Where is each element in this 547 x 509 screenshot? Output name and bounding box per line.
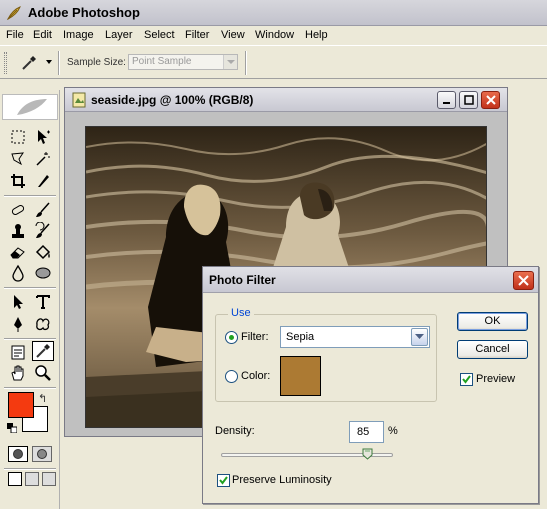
slice-tool-icon[interactable] xyxy=(32,171,54,191)
checkmark-icon xyxy=(219,476,228,485)
paint-bucket-tool-icon[interactable] xyxy=(32,242,54,262)
photo-filter-dialog: Photo Filter Use Filter: Sepia Color: OK… xyxy=(202,266,539,504)
hand-tool-icon[interactable] xyxy=(7,363,29,383)
tool-preset-arrow-icon[interactable] xyxy=(46,60,52,64)
quick-mask-mode-icon[interactable] xyxy=(32,446,52,462)
dialog-title-bar[interactable]: Photo Filter xyxy=(203,267,538,293)
toolbox-separator xyxy=(4,338,56,340)
photoshop-window: Adobe Photoshop File Edit Image Layer Se… xyxy=(0,0,547,509)
menu-window[interactable]: Window xyxy=(255,29,294,41)
menu-bar: File Edit Image Layer Select Filter View… xyxy=(0,26,547,46)
history-brush-tool-icon[interactable] xyxy=(32,221,54,241)
zoom-tool-icon[interactable] xyxy=(32,363,54,383)
options-separator xyxy=(245,51,247,75)
blur-tool-icon[interactable] xyxy=(7,263,29,283)
filter-label: Filter: xyxy=(241,331,269,343)
options-bar-grip[interactable] xyxy=(4,52,7,74)
close-icon xyxy=(485,95,496,105)
minimize-button[interactable] xyxy=(437,91,456,109)
checkmark-icon xyxy=(462,375,471,384)
menu-view[interactable]: View xyxy=(221,29,245,41)
menu-image[interactable]: Image xyxy=(63,29,94,41)
foreground-color-swatch[interactable] xyxy=(8,392,34,418)
dodge-tool-icon[interactable] xyxy=(32,263,54,283)
maximize-button[interactable] xyxy=(459,91,478,109)
options-separator xyxy=(58,51,60,75)
preview-label: Preview xyxy=(476,373,516,385)
toolbox-separator xyxy=(4,468,56,470)
use-group-label: Use xyxy=(228,307,254,319)
toolbox-separator xyxy=(4,287,56,289)
sample-size-value: Point Sample xyxy=(132,56,192,67)
filter-select-value: Sepia xyxy=(286,331,315,343)
healing-brush-tool-icon[interactable] xyxy=(7,200,29,220)
menu-layer[interactable]: Layer xyxy=(105,29,133,41)
menu-help[interactable]: Help xyxy=(305,29,328,41)
app-title: Adobe Photoshop xyxy=(28,5,140,20)
marquee-tool-icon[interactable] xyxy=(7,127,29,147)
crop-tool-icon[interactable] xyxy=(7,171,29,191)
eraser-tool-icon[interactable] xyxy=(7,242,29,262)
move-tool-icon[interactable] xyxy=(32,127,54,147)
brush-tool-icon[interactable] xyxy=(32,200,54,220)
menu-file[interactable]: File xyxy=(6,29,24,41)
filter-radio[interactable] xyxy=(225,331,238,344)
filter-select[interactable]: Sepia xyxy=(280,326,430,348)
ok-button[interactable]: OK xyxy=(457,312,528,331)
chevron-down-icon xyxy=(411,328,428,346)
dialog-title: Photo Filter xyxy=(209,273,276,287)
pen-tool-icon[interactable] xyxy=(7,314,29,334)
type-tool-icon[interactable] xyxy=(32,292,54,312)
lasso-tool-icon[interactable] xyxy=(7,149,29,169)
sample-size-label: Sample Size: xyxy=(67,57,126,68)
toolbox-separator xyxy=(4,387,56,389)
density-input[interactable]: 85 xyxy=(349,421,384,443)
sample-size-select[interactable]: Point Sample xyxy=(128,54,238,70)
maximize-icon xyxy=(463,95,474,105)
color-label: Color: xyxy=(241,370,271,382)
menu-select[interactable]: Select xyxy=(144,29,175,41)
options-bar: Sample Size: Point Sample xyxy=(0,47,547,79)
screen-mode-full-icon[interactable] xyxy=(42,472,56,486)
default-colors-icon[interactable] xyxy=(7,423,17,433)
menu-filter[interactable]: Filter xyxy=(185,29,209,41)
close-button[interactable] xyxy=(481,91,500,109)
density-slider-thumb[interactable] xyxy=(362,448,373,460)
density-label: Density: xyxy=(215,425,255,437)
color-radio[interactable] xyxy=(225,370,238,383)
screen-mode-menus-icon[interactable] xyxy=(25,472,39,486)
dialog-close-button[interactable] xyxy=(513,271,534,290)
chevron-down-icon xyxy=(223,55,237,69)
preview-checkbox[interactable] xyxy=(460,373,473,386)
minimize-icon xyxy=(442,102,450,104)
path-selection-tool-icon[interactable] xyxy=(7,292,29,312)
toolbox: ↰ xyxy=(0,90,60,509)
close-icon xyxy=(518,275,529,286)
photoshop-feather-icon xyxy=(6,6,21,21)
swap-colors-icon[interactable]: ↰ xyxy=(38,392,47,405)
title-bar[interactable]: Adobe Photoshop xyxy=(0,0,547,26)
standard-mode-icon[interactable] xyxy=(8,446,28,462)
document-icon xyxy=(72,92,86,108)
document-title-bar[interactable]: seaside.jpg @ 100% (RGB/8) xyxy=(65,88,507,112)
magic-wand-tool-icon[interactable] xyxy=(32,149,54,169)
preserve-luminosity-label: Preserve Luminosity xyxy=(232,474,332,486)
filter-color-swatch[interactable] xyxy=(280,356,321,396)
density-unit: % xyxy=(388,425,398,437)
menu-edit[interactable]: Edit xyxy=(33,29,52,41)
toolbox-header-feather-icon[interactable] xyxy=(2,94,58,120)
eyedropper-icon[interactable] xyxy=(20,54,38,72)
cancel-button[interactable]: Cancel xyxy=(457,340,528,359)
document-title: seaside.jpg @ 100% (RGB/8) xyxy=(91,93,254,107)
custom-shape-tool-icon[interactable] xyxy=(32,314,54,334)
clone-stamp-tool-icon[interactable] xyxy=(7,221,29,241)
screen-mode-standard-icon[interactable] xyxy=(8,472,22,486)
eyedropper-tool-icon[interactable] xyxy=(32,341,54,361)
toolbox-separator xyxy=(4,195,56,197)
notes-tool-icon[interactable] xyxy=(7,342,29,362)
preserve-luminosity-checkbox[interactable] xyxy=(217,474,230,487)
